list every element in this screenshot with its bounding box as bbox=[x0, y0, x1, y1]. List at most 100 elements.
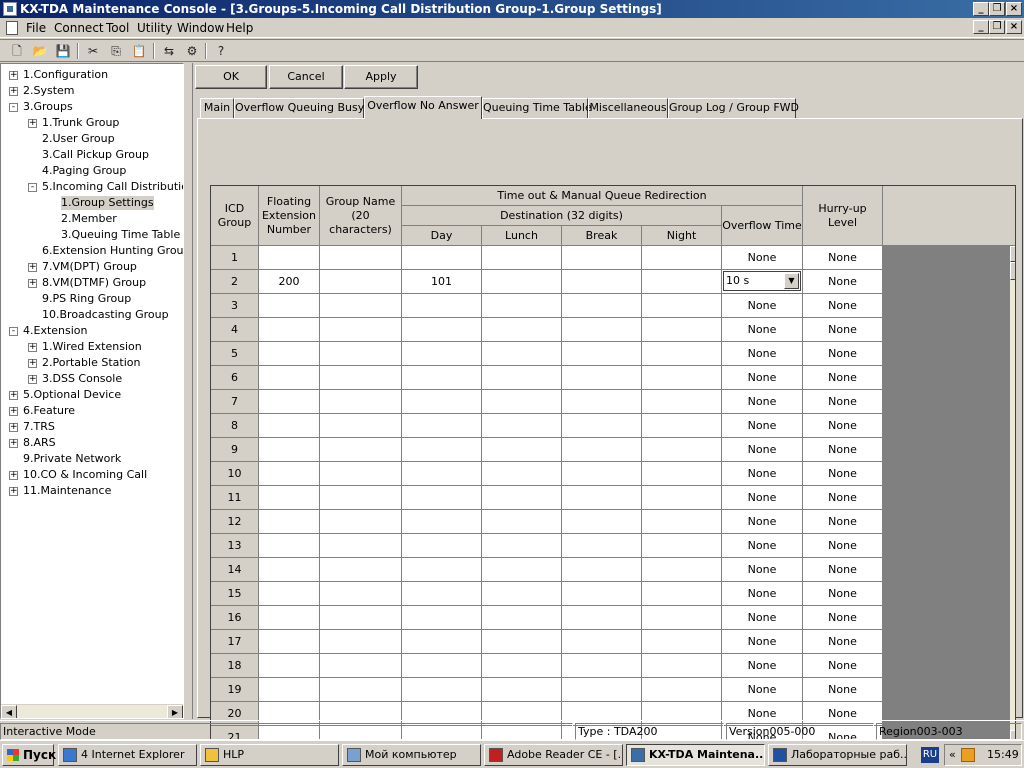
cell-hurry-up-level[interactable]: None bbox=[803, 414, 883, 438]
cell-group-name[interactable] bbox=[320, 486, 402, 510]
tree-expander-icon[interactable]: + bbox=[28, 343, 37, 352]
tree-node[interactable]: 11.Maintenance bbox=[23, 484, 111, 498]
cell-floating-extension[interactable] bbox=[259, 486, 320, 510]
tree-expander-icon[interactable]: + bbox=[9, 423, 18, 432]
network-tray-icon[interactable] bbox=[961, 748, 975, 762]
cell-day[interactable] bbox=[402, 318, 482, 342]
minimize-icon[interactable]: _ bbox=[973, 2, 989, 16]
cell-hurry-up-level[interactable]: None bbox=[803, 606, 883, 630]
cell-break[interactable] bbox=[562, 630, 642, 654]
cell-floating-extension[interactable] bbox=[259, 654, 320, 678]
navigation-tree[interactable]: +1.Configuration +2.System -3.Groups +1.Tru… bbox=[0, 63, 184, 719]
grid-vertical-scrollbar[interactable]: ▲ ▼ bbox=[1010, 246, 1015, 746]
copy-icon[interactable]: ⎘ bbox=[107, 42, 125, 60]
cell-group-name[interactable] bbox=[320, 630, 402, 654]
tree-node[interactable]: 3.DSS Console bbox=[42, 372, 122, 386]
cell-overflow-time[interactable]: None bbox=[722, 678, 803, 702]
cell-overflow-time[interactable]: 10 s ▼ bbox=[722, 270, 803, 294]
tree-expander-icon[interactable]: + bbox=[9, 407, 18, 416]
tree-expander-icon[interactable]: + bbox=[9, 391, 18, 400]
cell-night[interactable] bbox=[642, 678, 722, 702]
cell-night[interactable] bbox=[642, 318, 722, 342]
overflow-time-select[interactable]: 10 s ▼ bbox=[723, 271, 801, 291]
taskbar-item[interactable]: KX-TDA Maintena... bbox=[626, 744, 765, 766]
tree-node[interactable]: 1.Wired Extension bbox=[42, 340, 142, 354]
cell-night[interactable] bbox=[642, 366, 722, 390]
cell-hurry-up-level[interactable]: None bbox=[803, 630, 883, 654]
cell-night[interactable] bbox=[642, 294, 722, 318]
cell-night[interactable] bbox=[642, 342, 722, 366]
menu-connect[interactable]: Connect bbox=[54, 21, 104, 35]
cell-break[interactable] bbox=[562, 414, 642, 438]
tree-expander-icon[interactable]: + bbox=[28, 359, 37, 368]
tree-node[interactable]: 2.Member bbox=[61, 212, 117, 226]
cell-overflow-time[interactable]: None bbox=[722, 438, 803, 462]
taskbar-item[interactable]: 4 Internet Explorer bbox=[58, 744, 197, 766]
cell-night[interactable] bbox=[642, 558, 722, 582]
cell-night[interactable] bbox=[642, 486, 722, 510]
connect-icon[interactable]: ⇆ bbox=[160, 42, 178, 60]
start-button[interactable]: Пуск bbox=[2, 744, 56, 766]
cell-overflow-time[interactable]: None bbox=[722, 366, 803, 390]
menu-window[interactable]: Window bbox=[177, 21, 224, 35]
cell-night[interactable] bbox=[642, 606, 722, 630]
tree-node[interactable]: 1.Group Settings bbox=[61, 196, 154, 210]
cell-day[interactable] bbox=[402, 630, 482, 654]
cell-lunch[interactable] bbox=[482, 510, 562, 534]
cell-lunch[interactable] bbox=[482, 366, 562, 390]
cell-floating-extension[interactable]: 200 bbox=[259, 270, 320, 294]
tree-node[interactable]: 1.Trunk Group bbox=[42, 116, 119, 130]
cell-night[interactable] bbox=[642, 534, 722, 558]
tree-node[interactable]: 2.Portable Station bbox=[42, 356, 140, 370]
cell-hurry-up-level[interactable]: None bbox=[803, 366, 883, 390]
cell-lunch[interactable] bbox=[482, 390, 562, 414]
tab-queuing-time-table[interactable]: Queuing Time Table bbox=[482, 98, 592, 118]
cell-hurry-up-level[interactable]: None bbox=[803, 558, 883, 582]
tray-expand-icon[interactable]: « bbox=[949, 745, 956, 765]
cell-hurry-up-level[interactable]: None bbox=[803, 654, 883, 678]
cell-group-name[interactable] bbox=[320, 294, 402, 318]
scroll-left-icon[interactable]: ◀ bbox=[1, 705, 17, 718]
cell-day[interactable] bbox=[402, 390, 482, 414]
cell-night[interactable] bbox=[642, 462, 722, 486]
tree-expander-icon[interactable]: + bbox=[9, 87, 18, 96]
cell-lunch[interactable] bbox=[482, 342, 562, 366]
cell-break[interactable] bbox=[562, 342, 642, 366]
tree-expander-icon[interactable]: + bbox=[28, 263, 37, 272]
cell-break[interactable] bbox=[562, 366, 642, 390]
tree-node[interactable]: 5.Incoming Call Distribution Gr bbox=[42, 180, 183, 194]
cell-hurry-up-level[interactable]: None bbox=[803, 438, 883, 462]
cell-lunch[interactable] bbox=[482, 606, 562, 630]
save-icon[interactable]: 💾 bbox=[54, 42, 72, 60]
cell-group-name[interactable] bbox=[320, 510, 402, 534]
cell-break[interactable] bbox=[562, 486, 642, 510]
tree-node[interactable]: 4.Paging Group bbox=[42, 164, 126, 178]
cell-lunch[interactable] bbox=[482, 630, 562, 654]
cell-floating-extension[interactable] bbox=[259, 246, 320, 270]
cell-lunch[interactable] bbox=[482, 294, 562, 318]
cell-lunch[interactable] bbox=[482, 486, 562, 510]
cell-group-name[interactable] bbox=[320, 342, 402, 366]
cell-day[interactable] bbox=[402, 534, 482, 558]
tree-node[interactable]: 3.Call Pickup Group bbox=[42, 148, 149, 162]
tree-node[interactable]: 8.ARS bbox=[23, 436, 56, 450]
cell-hurry-up-level[interactable]: None bbox=[803, 534, 883, 558]
cell-group-name[interactable] bbox=[320, 606, 402, 630]
mdi-minimize-icon[interactable]: _ bbox=[973, 20, 989, 34]
cell-hurry-up-level[interactable]: None bbox=[803, 510, 883, 534]
cell-overflow-time[interactable]: None bbox=[722, 558, 803, 582]
apply-button[interactable]: Apply bbox=[344, 65, 418, 89]
cell-floating-extension[interactable] bbox=[259, 462, 320, 486]
cell-break[interactable] bbox=[562, 270, 642, 294]
tree-expander-icon[interactable]: + bbox=[28, 279, 37, 288]
disconnect-icon[interactable]: ⚙ bbox=[183, 42, 201, 60]
cell-night[interactable] bbox=[642, 654, 722, 678]
cell-break[interactable] bbox=[562, 654, 642, 678]
chevron-down-icon[interactable]: ▼ bbox=[784, 273, 799, 289]
cell-group-name[interactable] bbox=[320, 318, 402, 342]
cell-overflow-time[interactable]: None bbox=[722, 534, 803, 558]
cell-overflow-time[interactable]: None bbox=[722, 390, 803, 414]
tree-node[interactable]: 8.VM(DTMF) Group bbox=[42, 276, 146, 290]
cell-night[interactable] bbox=[642, 510, 722, 534]
tab-overflow-queuing-busy[interactable]: Overflow Queuing Busy bbox=[234, 98, 364, 118]
